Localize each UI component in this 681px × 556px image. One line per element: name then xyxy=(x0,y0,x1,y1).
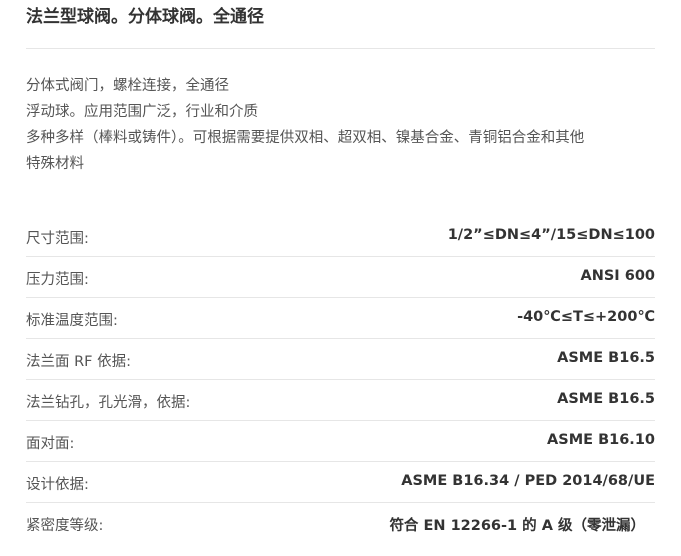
spec-row-design-basis: 设计依据: ASME B16.34 / PED 2014/68/UE xyxy=(26,462,655,503)
spec-label: 设计依据: xyxy=(26,477,89,493)
spec-label: 面对面: xyxy=(26,436,75,452)
spec-label: 法兰面 RF 依据: xyxy=(26,354,132,370)
spec-label: 尺寸范围: xyxy=(26,231,89,247)
spec-label: 标准温度范围: xyxy=(26,313,118,329)
description-line: 多种多样（棒料或铸件）。可根据需要提供双相、超双相、镍基合金、青铜铝合金和其他 xyxy=(26,130,585,146)
description-line: 分体式阀门，螺栓连接，全通径 xyxy=(26,78,229,94)
spec-row-tightness-class: 紧密度等级: 符合 EN 12266-1 的 A 级（零泄漏） xyxy=(26,503,655,544)
product-spec-page: 法兰型球阀。分体球阀。全通径 分体式阀门，螺栓连接，全通径 浮动球。应用范围广泛… xyxy=(0,0,681,556)
page-title: 法兰型球阀。分体球阀。全通径 xyxy=(26,7,264,27)
spec-label: 压力范围: xyxy=(26,272,89,288)
spec-value: ASME B16.5 xyxy=(557,350,655,366)
description-line: 浮动球。应用范围广泛，行业和介质 xyxy=(26,104,258,120)
spec-label: 紧密度等级: xyxy=(26,518,104,534)
spec-row-flange-drilling: 法兰钻孔，孔光滑，依据: ASME B16.5 xyxy=(26,380,655,421)
spec-value: ASME B16.5 xyxy=(557,391,655,407)
spec-value: 符合 EN 12266-1 的 A 级（零泄漏） xyxy=(389,518,645,534)
spec-value: 1/2”≤DN≤4”/15≤DN≤100 xyxy=(447,227,655,243)
spec-row-face-to-face: 面对面: ASME B16.10 xyxy=(26,421,655,462)
product-description: 分体式阀门，螺栓连接，全通径 浮动球。应用范围广泛，行业和介质 多种多样（棒料或… xyxy=(26,73,658,177)
description-line: 特殊材料 xyxy=(26,156,84,172)
title-divider xyxy=(26,48,655,49)
spec-row-pressure-range: 压力范围: ANSI 600 xyxy=(26,257,655,298)
spec-value: -40℃≤T≤+200℃ xyxy=(517,309,655,325)
spec-table: 尺寸范围: 1/2”≤DN≤4”/15≤DN≤100 压力范围: ANSI 60… xyxy=(26,216,655,544)
spec-value: ASME B16.34 / PED 2014/68/UE xyxy=(401,473,655,489)
spec-value: ANSI 600 xyxy=(580,268,655,284)
spec-row-size-range: 尺寸范围: 1/2”≤DN≤4”/15≤DN≤100 xyxy=(26,216,655,257)
spec-row-flange-face: 法兰面 RF 依据: ASME B16.5 xyxy=(26,339,655,380)
spec-label: 法兰钻孔，孔光滑，依据: xyxy=(26,395,191,411)
spec-row-temperature-range: 标准温度范围: -40℃≤T≤+200℃ xyxy=(26,298,655,339)
spec-value: ASME B16.10 xyxy=(547,432,655,448)
